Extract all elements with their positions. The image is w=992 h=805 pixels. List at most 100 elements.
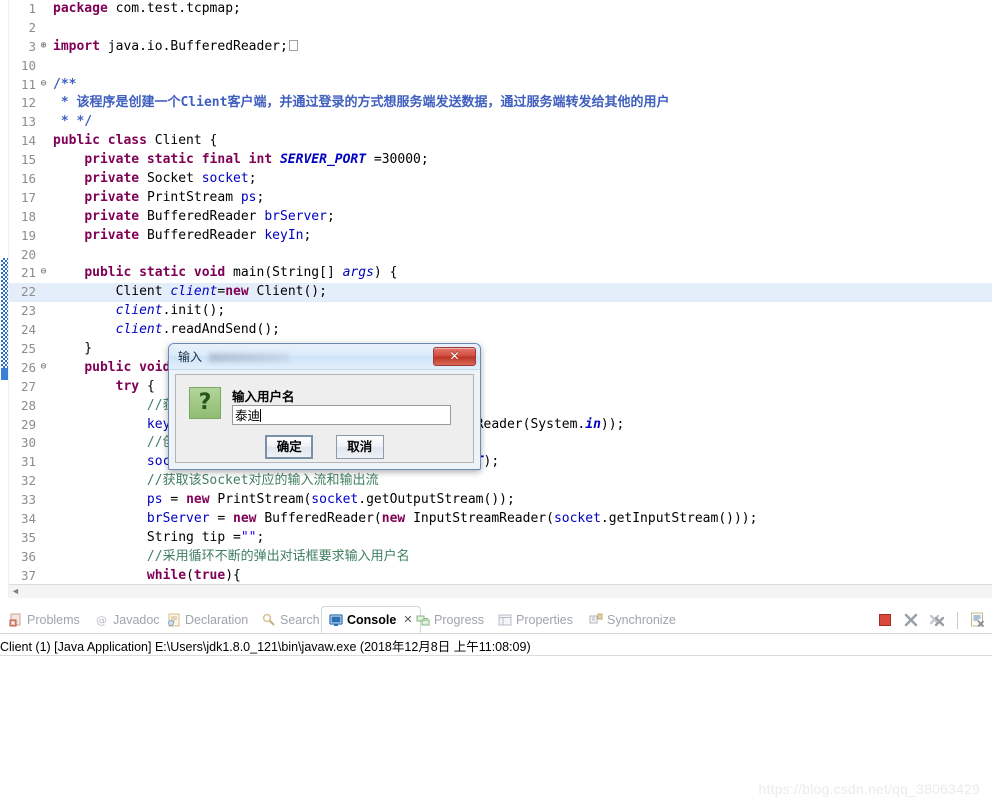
username-input[interactable]: 泰迪 [232,405,451,425]
line-number: 28 [20,397,36,413]
code-line[interactable]: 14 public class Client { [9,132,992,151]
tab-console[interactable]: Console ✕ [321,606,421,633]
line-number: 10 [20,57,36,73]
code-line[interactable]: 22 Client client=new Client(); [9,283,992,303]
code-token: public class [53,133,155,149]
code-token: ps [240,189,257,205]
question-icon: ? [189,387,221,419]
line-number: 36 [20,548,36,564]
code-token: new [381,511,414,527]
fold-expand-icon[interactable]: ⊕ [38,40,49,51]
code-line[interactable]: 26⊖ public void init(){ [9,359,992,378]
code-line[interactable]: 37 while(true){ [9,567,992,586]
properties-icon [498,613,512,627]
code-text: try { [53,378,155,397]
code-token: ps [146,492,163,508]
code-token: } [53,341,93,357]
fold-collapse-icon[interactable]: ⊖ [38,266,49,277]
code-line[interactable]: 18 private BufferedReader brServer; [9,208,992,227]
code-line[interactable]: 25 } [9,340,992,359]
tab-properties[interactable]: Properties [491,606,580,633]
line-number: 11 [20,76,36,92]
search-icon [262,613,276,627]
line-number: 13 [20,114,36,130]
dialog-titlebar[interactable]: 输入 ✕ [169,344,480,370]
code-line[interactable]: 32 //获取该Socket对应的输入流和输出流 [9,472,992,491]
remove-launch-icon[interactable] [903,612,919,628]
line-number: 26 [20,359,36,375]
code-token: while [146,567,187,583]
java-source-editor[interactable]: 1 package com.test.tcpmap; 2 3 ⊕ import java.… [0,0,992,598]
scroll-left-arrow[interactable]: ◄ [11,587,20,596]
tab-synchronize[interactable]: Synchronize [582,606,683,633]
code-line[interactable]: 13 * */ [9,113,992,132]
close-icon[interactable]: ✕ [433,347,476,366]
remove-all-terminated-icon[interactable] [929,612,945,628]
code-line[interactable]: 23 client.init(); [9,302,992,321]
code-line[interactable]: 29 keyIn = new BufferedReader(new InputS… [9,416,992,435]
code-token: java.io.BufferedReader; [107,38,288,54]
code-text: * 该程序是创建一个Client客户端，并通过登录的方式想服务端发送数据，通过服… [53,94,670,113]
fold-collapse-icon[interactable]: ⊖ [38,361,49,372]
code-line[interactable]: 2 [9,19,992,38]
ok-button[interactable]: 确定 [265,435,314,459]
code-line[interactable]: 10 [9,57,992,76]
terminate-icon[interactable] [877,612,893,628]
editor-horizontal-scrollbar[interactable]: ◄ [9,584,992,598]
tab-declaration[interactable]: Declaration [160,606,255,633]
tab-label: Declaration [185,612,249,627]
code-token: .getInputStream())); [600,511,758,527]
code-line[interactable]: 30 //创建连接到服务器的Socket [9,434,992,453]
code-line[interactable]: 16 private Socket socket; [9,170,992,189]
code-line[interactable]: 21 ⊖ public static void main(String[] arg… [9,264,992,283]
problems-icon [9,613,23,627]
code-line[interactable]: 15 private static final int SERVER_PORT … [9,151,992,170]
code-line[interactable]: 36 //采用循环不断的弹出对话框要求输入用户名 [9,548,992,567]
tab-progress[interactable]: Progress [409,606,491,633]
code-line[interactable]: 12 * 该程序是创建一个Client客户端，并通过登录的方式想服务端发送数据，… [9,94,992,113]
line-number: 37 [20,567,36,583]
code-line[interactable]: 3 ⊕ import java.io.BufferedReader; [9,38,992,57]
code-line[interactable]: 27 try { [9,378,992,397]
code-token: ; [248,171,257,187]
tab-label: Synchronize [607,612,676,627]
code-line[interactable]: 34 brServer = new BufferedReader(new Inp… [9,510,992,529]
dialog-button-row: 确定 取消 [176,435,473,459]
code-line[interactable]: 31 socket = new Socket("127.0.0.1",SERVE… [9,453,992,472]
clear-console-icon[interactable] [970,612,986,628]
collapsed-imports-box[interactable] [288,39,298,51]
line-number: 22 [20,284,36,300]
tab-search[interactable]: Search [255,606,327,633]
input-dialog[interactable]: 输入 ✕ ? 输入用户名 泰迪 确定 取消 [168,343,481,470]
code-line[interactable]: 33 ps = new PrintStream(socket.getOutput… [9,491,992,510]
view-tabbar[interactable]: Problems @ Javadoc Declaration Search Console… [0,606,992,634]
code-token: .init(); [162,303,226,319]
code-line[interactable]: 35 String tip =""; [9,529,992,548]
tab-problems[interactable]: Problems [2,606,87,633]
fold-collapse-icon[interactable]: ⊖ [38,78,49,89]
watermark-text: https://blog.csdn.net/qq_38063429 [758,781,980,797]
code-token: Client(); [256,284,327,300]
code-text: * */ [53,113,92,132]
code-token: public static void [84,265,234,281]
code-line[interactable]: 20 [9,246,992,265]
console-toolbar[interactable] [877,608,986,632]
code-token: args [342,265,374,281]
line-number: 25 [20,341,36,357]
code-line[interactable]: 17 private PrintStream ps; [9,189,992,208]
code-line[interactable]: 19 private BufferedReader keyIn; [9,227,992,246]
code-line[interactable]: 24 client.readAndSend(); [9,321,992,340]
code-lines[interactable]: 1 package com.test.tcpmap; 2 3 ⊕ import java.… [9,0,992,598]
cancel-button[interactable]: 取消 [335,435,384,459]
code-line[interactable]: 28 //获取键盘输入流 [9,397,992,416]
tab-javadoc[interactable]: @ Javadoc [88,606,167,633]
annotation-ruler[interactable] [0,0,9,598]
code-line[interactable]: 11 ⊖ /** [9,76,992,95]
code-line[interactable]: 1 package com.test.tcpmap; [9,0,992,19]
